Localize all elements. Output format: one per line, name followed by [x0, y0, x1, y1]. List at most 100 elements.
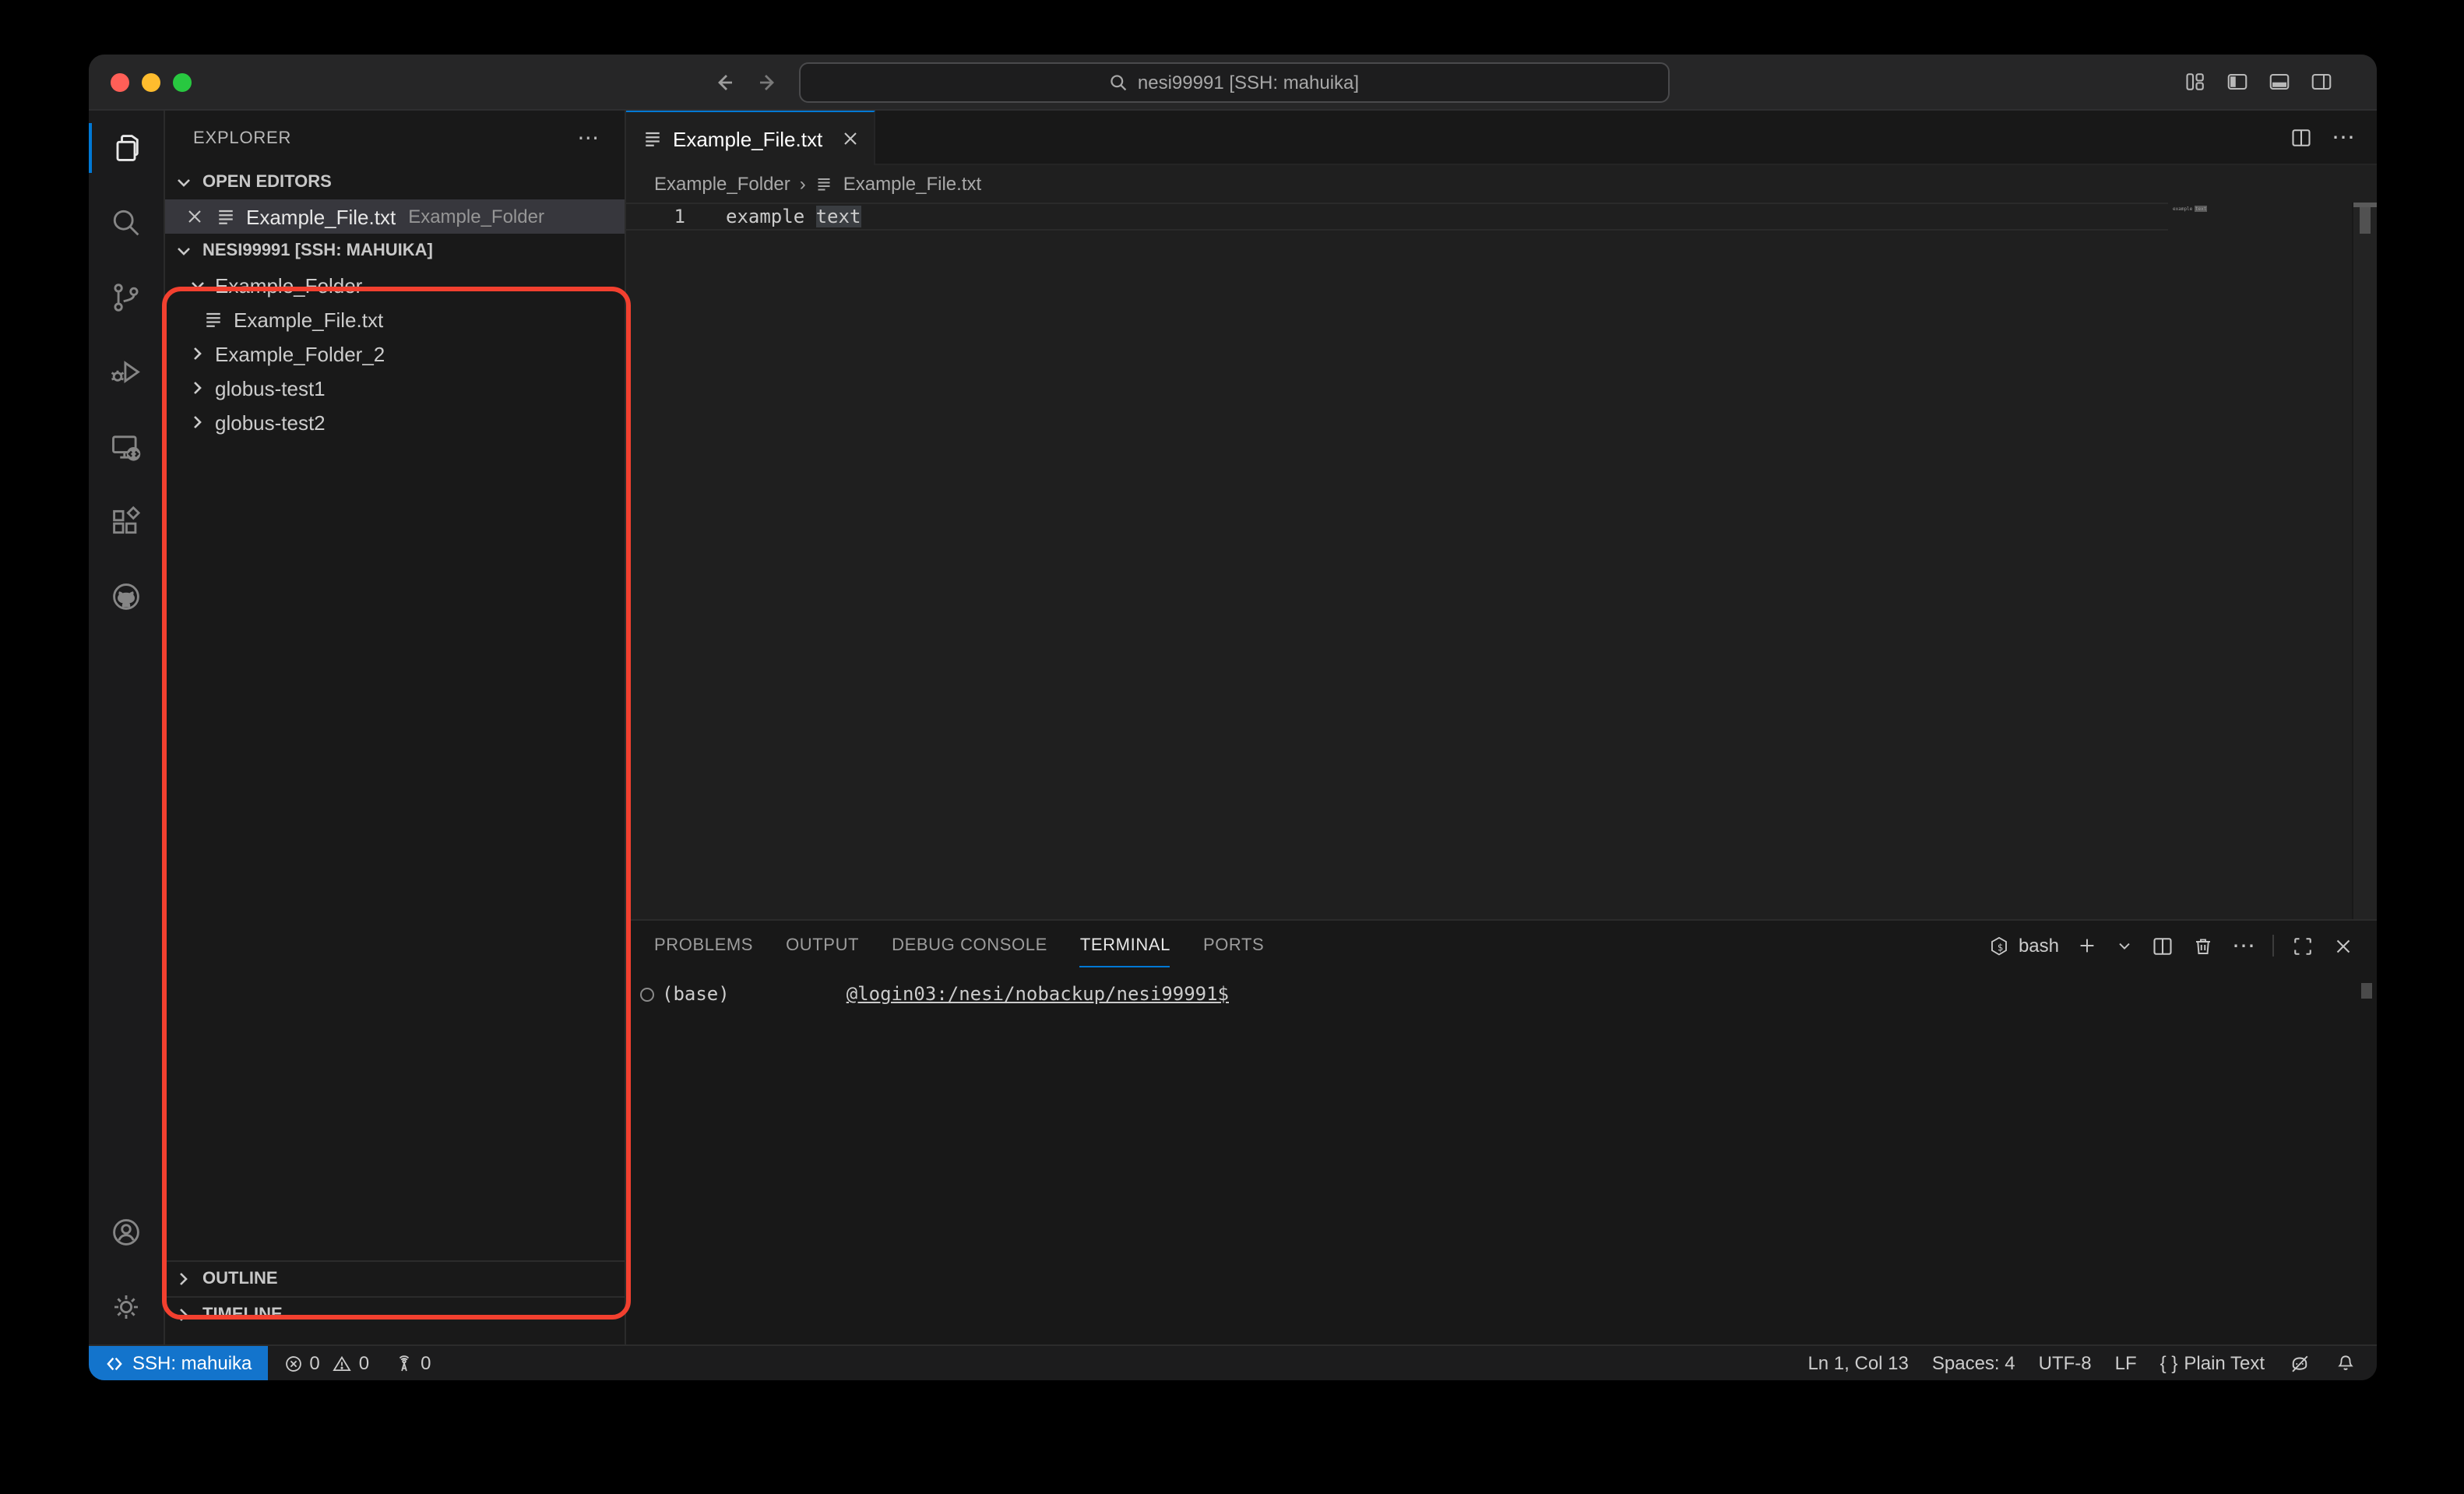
- cursor-position[interactable]: Ln 1, Col 13: [1808, 1352, 1908, 1374]
- explorer-more-actions-icon[interactable]: ⋯: [577, 125, 600, 151]
- tab-terminal[interactable]: TERMINAL: [1080, 936, 1170, 955]
- terminal-profile-chevron-icon[interactable]: [2115, 936, 2134, 955]
- encoding[interactable]: UTF-8: [2039, 1352, 2092, 1374]
- minimize-window-button[interactable]: [142, 72, 160, 91]
- breadcrumb-file[interactable]: Example_File.txt: [843, 173, 981, 195]
- open-editors-section-header[interactable]: OPEN EDITORS: [165, 165, 625, 199]
- search-icon: [1110, 73, 1128, 92]
- extensions-icon: [109, 505, 143, 539]
- activity-remote-explorer-button[interactable]: [89, 410, 164, 484]
- tab-output[interactable]: OUTPUT: [786, 936, 859, 955]
- terminal-prompt-line: (base) @login03:/nesi/nobackup/nesi99991…: [640, 983, 1229, 1005]
- overview-ruler-mark: [2353, 203, 2377, 206]
- tab-label: Example_File.txt: [673, 127, 822, 150]
- open-editor-item[interactable]: Example_File.txt Example_Folder: [165, 199, 625, 234]
- tab-debug-console[interactable]: DEBUG CONSOLE: [892, 936, 1047, 955]
- text-file-icon: [642, 128, 664, 150]
- separator: [2272, 935, 2274, 957]
- workspace-section-header[interactable]: NESI99991 [SSH: MAHUIKA]: [165, 234, 625, 268]
- tree-item-folder[interactable]: globus-test2: [165, 405, 625, 439]
- toggle-panel-icon[interactable]: [2268, 70, 2291, 93]
- activity-search-button[interactable]: [89, 185, 164, 260]
- settings-gear-button[interactable]: [89, 1270, 164, 1344]
- split-terminal-icon[interactable]: [2151, 934, 2174, 957]
- terminal-prompt-path: @login03:/nesi/nobackup/nesi99991$: [847, 983, 1229, 1005]
- open-editor-file-label: Example_File.txt: [246, 205, 396, 228]
- remote-icon: [104, 1353, 125, 1373]
- chevron-down-icon: [185, 273, 210, 298]
- editor-body[interactable]: 1 example text example text: [626, 203, 2377, 919]
- accounts-button[interactable]: [89, 1195, 164, 1270]
- tree-item-file[interactable]: Example_File.txt: [165, 302, 625, 337]
- outline-section-header[interactable]: OUTLINE: [165, 1260, 625, 1296]
- text-file-icon: [815, 174, 834, 193]
- panel-more-actions-icon[interactable]: ⋯: [2232, 932, 2255, 960]
- close-window-button[interactable]: [111, 72, 129, 91]
- chevron-right-icon: [171, 1267, 196, 1291]
- text-file-icon: [202, 308, 224, 330]
- tab-example-file[interactable]: Example_File.txt: [626, 111, 875, 165]
- problems-status[interactable]: 0 0: [283, 1352, 369, 1374]
- terminal-body[interactable]: (base) @login03:/nesi/nobackup/nesi99991…: [626, 971, 2377, 1344]
- open-editor-folder-label: Example_Folder: [408, 206, 544, 227]
- text-file-icon: [215, 206, 237, 227]
- github-icon: [109, 580, 143, 614]
- terminal-env-prefix: (base): [662, 983, 730, 1005]
- scrollbar-slider[interactable]: [2360, 207, 2371, 234]
- gear-icon: [109, 1290, 143, 1324]
- close-icon[interactable]: [840, 128, 861, 150]
- brackets-icon: { }: [2160, 1352, 2178, 1374]
- debug-icon: [109, 355, 143, 389]
- toggle-secondary-sidebar-icon[interactable]: [2310, 70, 2333, 93]
- terminal-scrollbar-slider[interactable]: [2361, 983, 2372, 999]
- ports-status[interactable]: 0: [394, 1352, 431, 1374]
- close-panel-icon[interactable]: [2332, 934, 2355, 957]
- close-icon[interactable]: [184, 206, 206, 227]
- status-bar: SSH: mahuika 0 0 0 Ln 1, Col 13 Spaces: …: [89, 1344, 2377, 1380]
- tree-item-folder[interactable]: Example_Folder: [165, 268, 625, 302]
- kill-terminal-trash-icon[interactable]: [2191, 934, 2215, 957]
- activity-github-button[interactable]: [89, 559, 164, 634]
- forward-arrow-icon[interactable]: [755, 69, 780, 94]
- chevron-right-icon: [185, 341, 210, 366]
- zoom-window-button[interactable]: [173, 72, 192, 91]
- maximize-panel-icon[interactable]: [2291, 934, 2314, 957]
- editor-more-actions-icon[interactable]: ⋯: [2332, 123, 2355, 151]
- terminal-prompt-circle-icon: [640, 987, 654, 1001]
- minimap[interactable]: example text: [2168, 203, 2353, 919]
- activity-source-control-button[interactable]: [89, 260, 164, 335]
- tab-ports[interactable]: PORTS: [1203, 936, 1264, 955]
- editor-scrollbar[interactable]: [2352, 203, 2377, 919]
- activity-bar: [89, 111, 165, 1344]
- back-arrow-icon[interactable]: [712, 69, 737, 94]
- shell-selector[interactable]: $ bash: [1987, 934, 2059, 957]
- timeline-section-header[interactable]: TIMELINE: [165, 1296, 625, 1332]
- chevron-down-icon: [171, 170, 196, 195]
- new-terminal-plus-icon[interactable]: [2076, 935, 2098, 957]
- notifications-bell-icon[interactable]: [2335, 1352, 2357, 1374]
- breadcrumb-separator: ›: [800, 173, 806, 195]
- indentation[interactable]: Spaces: 4: [1932, 1352, 2015, 1374]
- tree-item-folder[interactable]: Example_Folder_2: [165, 337, 625, 371]
- customize-layout-icon[interactable]: [2184, 70, 2207, 93]
- eol-sequence[interactable]: LF: [2115, 1352, 2137, 1374]
- chevron-down-icon: [171, 238, 196, 263]
- activity-run-debug-button[interactable]: [89, 335, 164, 410]
- command-center-search[interactable]: nesi99991 [SSH: mahuika]: [799, 62, 1670, 103]
- editor-tab-strip: Example_File.txt ⋯: [626, 111, 2377, 165]
- language-mode[interactable]: { }Plain Text: [2160, 1352, 2265, 1374]
- chevron-right-icon: [185, 375, 210, 400]
- activity-explorer-button[interactable]: [89, 111, 164, 185]
- copilot-disabled-icon[interactable]: [2288, 1351, 2311, 1375]
- split-editor-icon[interactable]: [2290, 125, 2313, 149]
- toggle-primary-sidebar-icon[interactable]: [2226, 70, 2249, 93]
- tree-item-folder[interactable]: globus-test1: [165, 371, 625, 405]
- remote-label: SSH: mahuika: [132, 1352, 252, 1374]
- code-text: example: [726, 206, 816, 227]
- activity-extensions-button[interactable]: [89, 484, 164, 559]
- breadcrumb-folder[interactable]: Example_Folder: [654, 173, 790, 195]
- remote-indicator[interactable]: SSH: mahuika: [89, 1346, 267, 1380]
- line-number: 1: [626, 206, 726, 227]
- tab-problems[interactable]: PROBLEMS: [654, 936, 753, 955]
- error-icon: [283, 1353, 303, 1373]
